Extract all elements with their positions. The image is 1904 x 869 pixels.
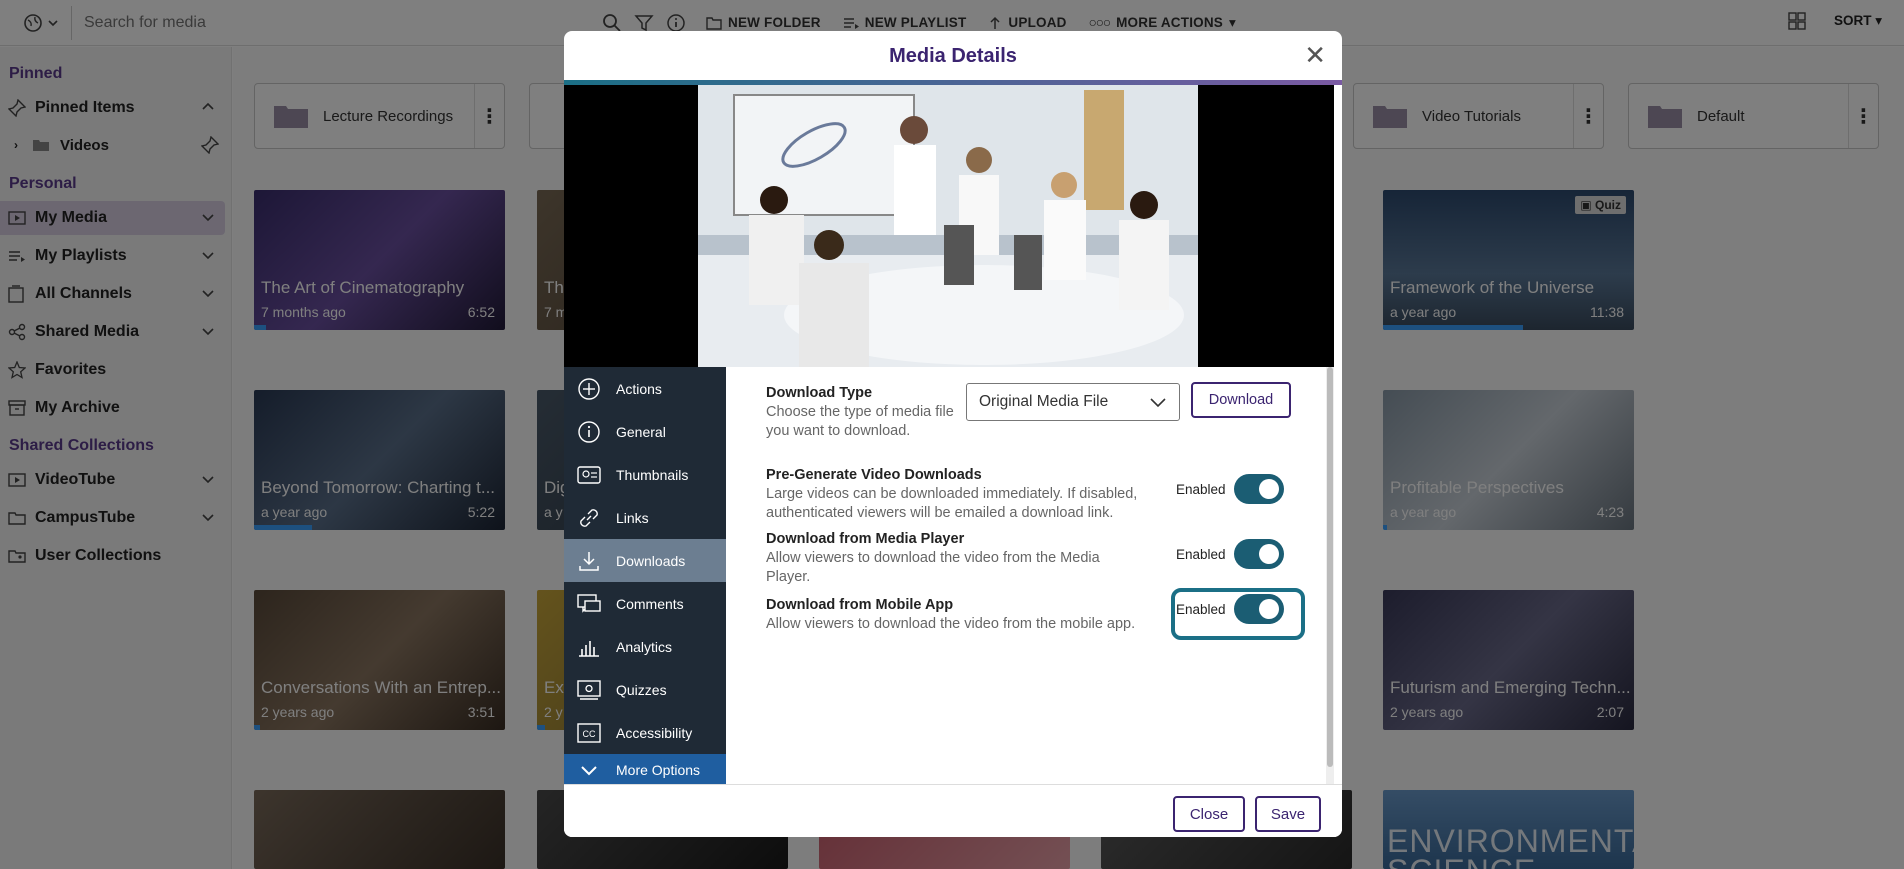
nav-item-general[interactable]: General — [564, 410, 726, 453]
media-player-download-toggle[interactable] — [1233, 539, 1284, 569]
close-button-label: Close — [1189, 805, 1229, 823]
save-button-label: Save — [1270, 805, 1306, 823]
scrollbar[interactable] — [1326, 367, 1334, 784]
nav-item-analytics[interactable]: Analytics — [564, 625, 726, 668]
chevron-down-icon — [581, 766, 597, 776]
focus-ring — [1171, 588, 1305, 640]
setting-description: Large videos can be downloaded immediate… — [766, 486, 1138, 521]
quiz-icon — [577, 679, 601, 700]
download-button[interactable]: Download — [1191, 382, 1291, 418]
pre-generate-toggle-group: Enabled — [1176, 474, 1284, 504]
dialog-footer: Close Save — [564, 784, 1342, 837]
nav-label: More Options — [616, 762, 701, 778]
nav-label: General — [616, 423, 666, 440]
media-details-dialog: Media Details ✕ Actions General Thumbnai… — [564, 31, 1342, 837]
nav-label: Quizzes — [616, 681, 667, 698]
close-button[interactable]: Close — [1173, 796, 1245, 832]
nav-item-comments[interactable]: Comments — [564, 582, 726, 625]
details-nav: Actions General Thumbnails Links Downloa… — [564, 367, 726, 786]
nav-label: Accessibility — [616, 724, 693, 741]
nav-label: Comments — [616, 595, 684, 612]
pre-generate-setting: Pre-Generate Video Downloads Large video… — [766, 467, 1166, 523]
nav-label: Downloads — [616, 552, 686, 569]
closed-captions-icon: CC — [577, 722, 601, 743]
nav-label: Links — [616, 509, 649, 526]
pre-generate-toggle[interactable] — [1233, 474, 1284, 504]
comments-icon — [577, 593, 601, 613]
nav-item-actions[interactable]: Actions — [564, 367, 726, 410]
media-player-toggle-group: Enabled — [1176, 539, 1284, 569]
scrollbar-thumb[interactable] — [1327, 367, 1333, 767]
setting-title: Pre-Generate Video Downloads — [766, 467, 982, 483]
video-player[interactable] — [564, 85, 1334, 367]
download-button-label: Download — [1208, 392, 1274, 408]
setting-description: Choose the type of media file you want t… — [766, 404, 954, 439]
close-icon[interactable]: ✕ — [1304, 42, 1326, 68]
mobile-app-download-setting: Download from Mobile App Allow viewers t… — [766, 597, 1166, 634]
dialog-title: Media Details — [889, 44, 1017, 67]
nav-item-downloads[interactable]: Downloads — [564, 539, 726, 582]
download-type-setting: Download Type Choose the type of media f… — [766, 385, 956, 441]
setting-description: Allow viewers to download the video from… — [766, 616, 1136, 632]
nav-item-accessibility[interactable]: CC Accessibility — [564, 711, 726, 754]
nav-label: Thumbnails — [616, 466, 689, 483]
toggle-state-label: Enabled — [1176, 546, 1226, 562]
download-type-select[interactable]: Original Media File — [966, 383, 1180, 421]
link-icon — [580, 508, 598, 527]
svg-text:CC: CC — [583, 729, 596, 739]
video-frame — [564, 85, 1334, 367]
toggle-state-label: Enabled — [1176, 481, 1226, 497]
select-value: Original Media File — [979, 393, 1109, 410]
chevron-down-icon — [1150, 398, 1166, 408]
nav-item-thumbnails[interactable]: Thumbnails — [564, 453, 726, 496]
thumbnails-icon — [577, 465, 601, 484]
nav-label: Actions — [616, 380, 662, 397]
plus-circle-icon — [578, 377, 600, 400]
nav-item-links[interactable]: Links — [564, 496, 726, 539]
nav-item-quizzes[interactable]: Quizzes — [564, 668, 726, 711]
info-icon — [578, 420, 600, 443]
media-player-download-setting: Download from Media Player Allow viewers… — [766, 531, 1136, 587]
setting-title: Download from Media Player — [766, 531, 965, 547]
setting-title: Download from Mobile App — [766, 597, 954, 613]
setting-title: Download Type — [766, 385, 873, 401]
nav-label: Analytics — [616, 638, 673, 655]
nav-item-more-options[interactable]: More Options — [564, 754, 726, 786]
downloads-panel: Download Type Choose the type of media f… — [726, 367, 1334, 784]
setting-description: Allow viewers to download the video from… — [766, 550, 1100, 585]
analytics-icon — [579, 640, 599, 657]
save-button[interactable]: Save — [1255, 796, 1321, 832]
download-icon — [579, 551, 599, 571]
